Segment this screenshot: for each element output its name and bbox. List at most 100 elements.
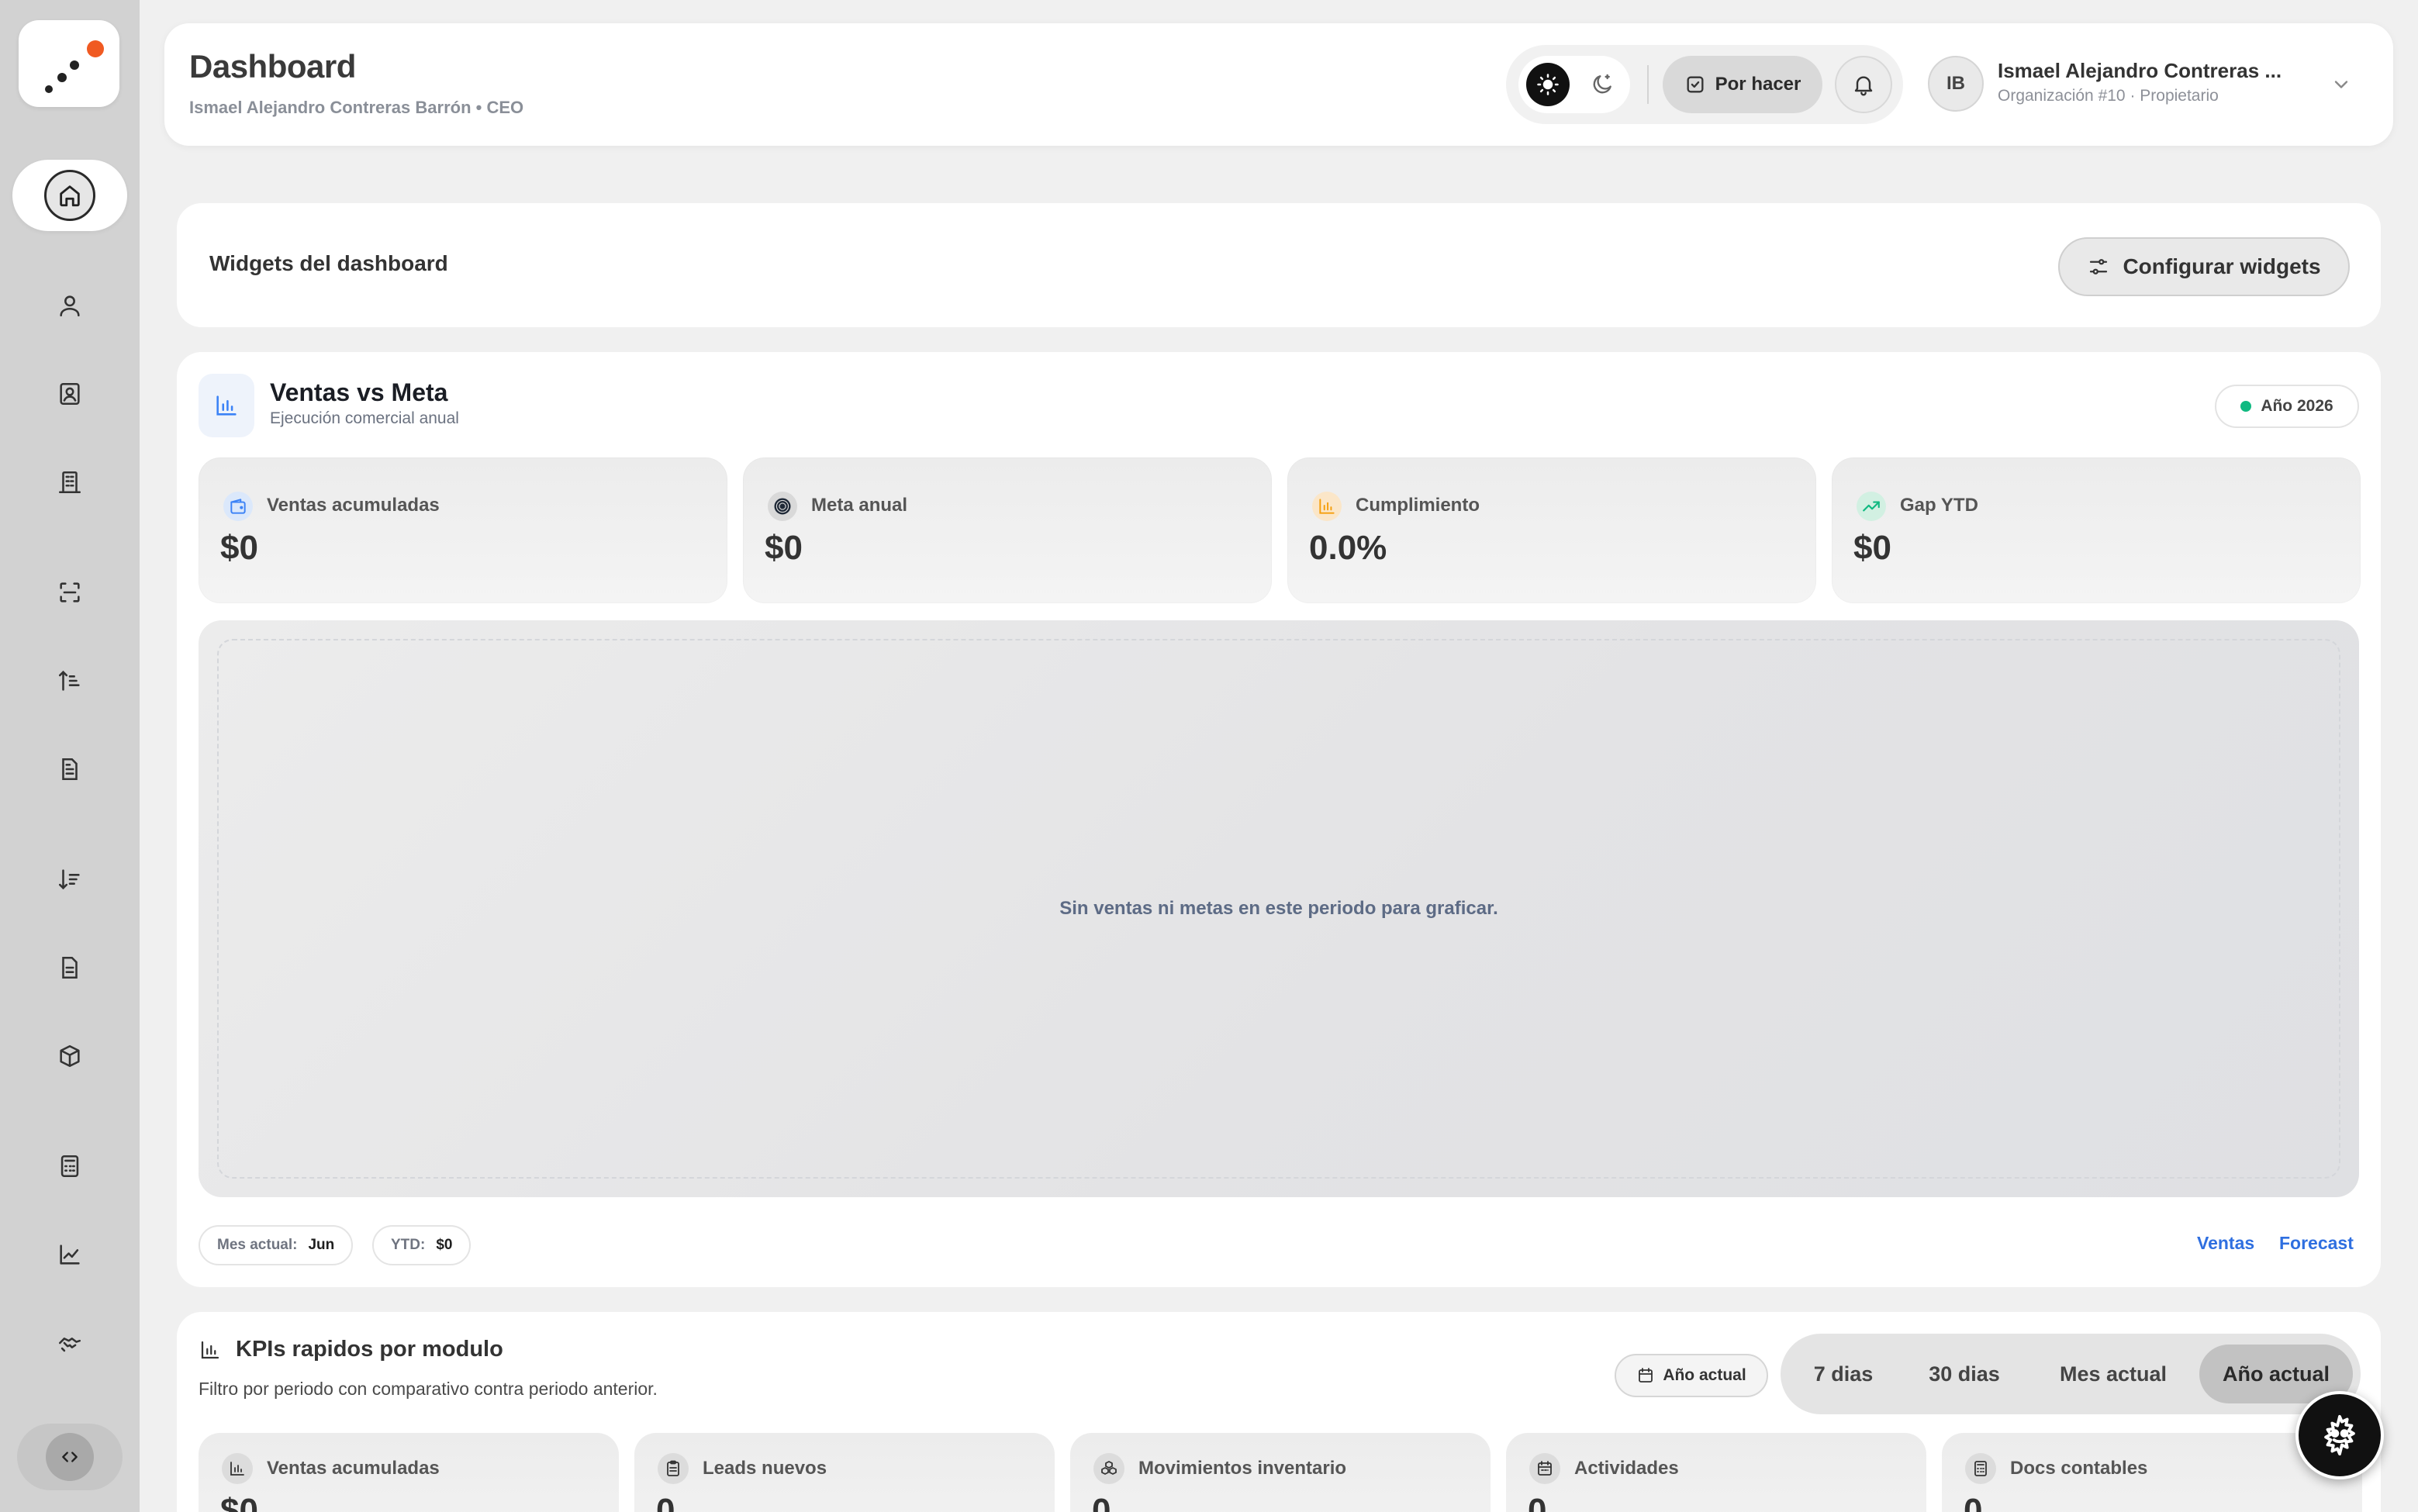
sidebar-item-home[interactable] <box>12 160 127 231</box>
chart-area: Sin ventas ni metas en este periodo para… <box>199 620 2359 1197</box>
sidebar-item-pipeline[interactable] <box>47 658 93 704</box>
kpi-value: $0 <box>220 529 258 567</box>
kpi-label: Cumplimiento <box>1356 495 1480 516</box>
document-icon <box>62 758 78 781</box>
kpi-value: 0.0% <box>1309 529 1387 567</box>
boxes-icon <box>1093 1453 1124 1484</box>
divider <box>1647 65 1649 104</box>
user-name[interactable]: Ismael Alejandro Contreras ... <box>1998 59 2308 83</box>
chip-label: Mes actual: <box>217 1237 298 1253</box>
configure-widgets-label: Configurar widgets <box>2123 254 2321 278</box>
box-icon <box>60 1044 80 1068</box>
sidebar-item-files[interactable] <box>47 944 93 991</box>
building-icon <box>58 471 81 494</box>
bar-chart-icon <box>1312 492 1342 521</box>
logo-dot <box>87 40 104 57</box>
user-icon <box>60 295 80 317</box>
moon-icon <box>1593 74 1611 94</box>
notifications-button[interactable] <box>1835 56 1892 113</box>
sidebar-item-scan[interactable] <box>47 569 93 616</box>
sidebar <box>0 0 140 1512</box>
segment-30-dias[interactable]: 30 dias <box>1903 1345 2026 1403</box>
status-dot <box>2240 401 2252 412</box>
kpi-label: Movimientos inventario <box>1138 1458 1347 1479</box>
sidebar-item-documents[interactable] <box>47 746 93 792</box>
ytd-chip: YTD: $0 <box>372 1225 472 1265</box>
kpi-gap-ytd: Gap YTD $0 <box>1832 457 2361 603</box>
kpi-label: Ventas acumuladas <box>267 495 440 516</box>
avatar[interactable]: IB <box>1928 56 1984 112</box>
sidebar-item-dev[interactable] <box>17 1424 123 1490</box>
kpi-value: $0 <box>765 529 803 567</box>
segment-mes-actual[interactable]: Mes actual <box>2032 1345 2195 1403</box>
header-actions: Por hacer <box>1506 45 1903 124</box>
kpi-value: 0 <box>1964 1492 1983 1512</box>
kpi-value: $0 <box>220 1492 258 1512</box>
sidebar-item-reports[interactable] <box>47 1231 93 1278</box>
mini-kpi-actividades: Actividades 0 <box>1506 1433 1926 1512</box>
user-organization: Organización #10 · Propietario <box>1998 87 2219 105</box>
page-subtitle: Ismael Alejandro Contreras Barrón • CEO <box>189 98 524 117</box>
sidebar-item-companies[interactable] <box>47 459 93 506</box>
chevron-down-icon[interactable] <box>2328 71 2354 98</box>
chip-value: Jun <box>308 1237 335 1253</box>
sidebar-item-inventory[interactable] <box>47 1033 93 1079</box>
kpis-rapidos-card: KPIs rapidos por modulo Filtro por perio… <box>177 1312 2381 1512</box>
handshake-icon <box>58 1338 81 1352</box>
bar-chart-icon <box>201 1341 219 1359</box>
mini-kpi-leads: Leads nuevos 0 <box>634 1433 1055 1512</box>
ventas-vs-meta-card: Ventas vs Meta Ejecución comercial anual… <box>177 352 2381 1287</box>
widgets-title: Widgets del dashboard <box>209 251 448 275</box>
kpi-label: Meta anual <box>811 495 908 516</box>
period-segmented-control: 7 dias 30 dias Mes actual Año actual <box>1781 1334 2361 1414</box>
chip-label: YTD: <box>391 1237 426 1253</box>
card-subtitle: Ejecución comercial anual <box>270 409 459 427</box>
card-subtitle: Filtro por periodo con comparativo contr… <box>199 1379 658 1399</box>
calendar-icon <box>1529 1453 1560 1484</box>
target-icon <box>768 492 797 521</box>
logo-dot <box>45 85 53 93</box>
calculator-icon <box>60 1155 79 1178</box>
year-badge[interactable]: Año 2026 <box>2215 385 2359 428</box>
sort-descending-icon <box>58 869 80 890</box>
kpi-value: $0 <box>1853 529 1891 567</box>
logo-dot <box>57 73 67 82</box>
dark-mode-button[interactable] <box>1580 63 1624 106</box>
sort-ascending-icon <box>58 670 80 691</box>
chart-icon <box>60 1244 80 1265</box>
bar-chart-icon <box>199 374 254 437</box>
period-chip-label: Año actual <box>1663 1366 1746 1384</box>
chart-empty-state: Sin ventas ni metas en este periodo para… <box>217 639 2340 1179</box>
calculator-icon <box>1965 1453 1996 1484</box>
kpi-label: Leads nuevos <box>703 1458 827 1479</box>
configure-widgets-button[interactable]: Configurar widgets <box>2058 237 2350 296</box>
kpi-value: 0 <box>1092 1492 1111 1512</box>
ventas-link[interactable]: Ventas <box>2197 1233 2254 1254</box>
kpi-ventas-acumuladas: Ventas acumuladas $0 <box>199 457 727 603</box>
assistant-button[interactable] <box>2295 1391 2384 1479</box>
theme-switch <box>1518 56 1630 113</box>
forecast-link[interactable]: Forecast <box>2279 1233 2354 1254</box>
sidebar-item-deals[interactable] <box>47 1320 93 1366</box>
bot-icon <box>2324 1414 2355 1456</box>
kpi-label: Docs contables <box>2010 1458 2148 1479</box>
sidebar-item-contacts[interactable] <box>47 371 93 417</box>
app-logo[interactable] <box>19 20 119 107</box>
todo-button[interactable]: Por hacer <box>1663 56 1822 113</box>
sidebar-item-accounting[interactable] <box>47 1143 93 1189</box>
code-icon <box>46 1433 94 1481</box>
home-icon <box>44 170 95 221</box>
mini-kpi-ventas: Ventas acumuladas $0 <box>199 1433 619 1512</box>
scan-icon <box>60 582 80 602</box>
light-mode-button[interactable] <box>1526 63 1570 106</box>
sidebar-item-users[interactable] <box>47 282 93 329</box>
current-month-chip: Mes actual: Jun <box>199 1225 354 1265</box>
wallet-icon <box>223 492 253 521</box>
period-chip[interactable]: Año actual <box>1615 1354 1768 1397</box>
logo-dot <box>70 60 79 70</box>
sliders-icon <box>2090 259 2108 274</box>
calendar-icon <box>1639 1368 1653 1383</box>
sidebar-item-orders[interactable] <box>47 856 93 903</box>
kpi-label: Ventas acumuladas <box>267 1458 440 1479</box>
segment-7-dias[interactable]: 7 dias <box>1790 1345 1897 1403</box>
